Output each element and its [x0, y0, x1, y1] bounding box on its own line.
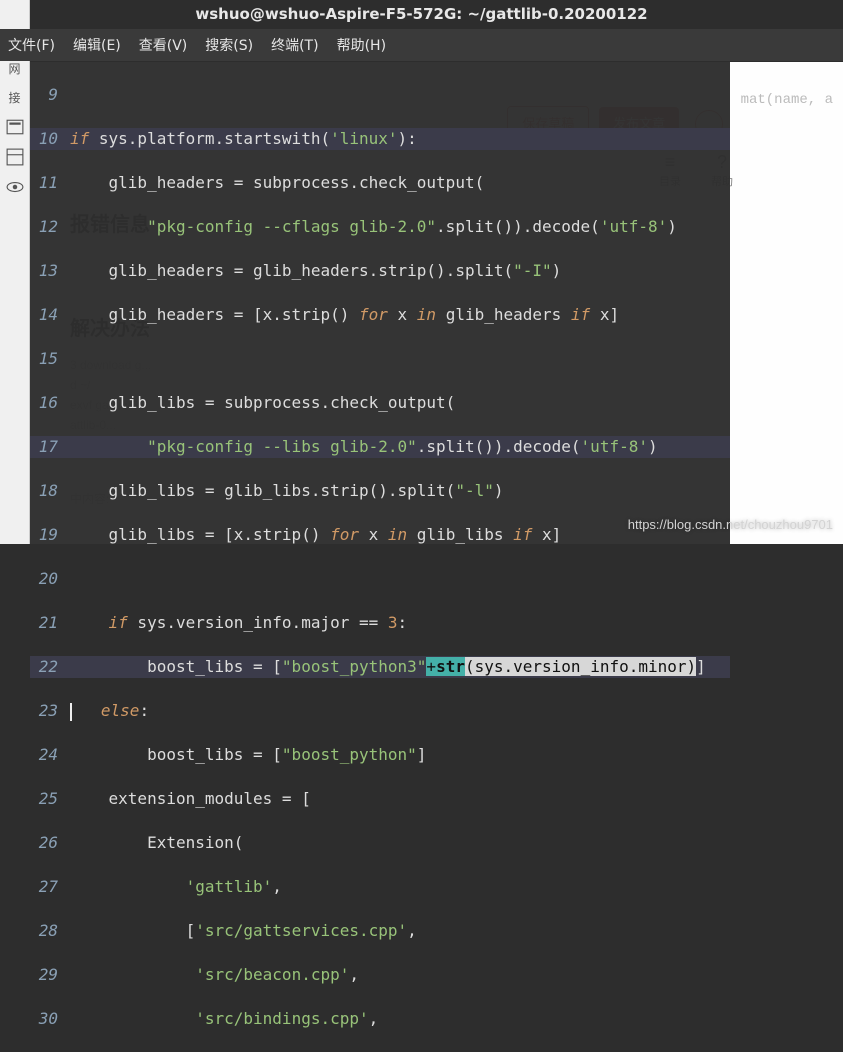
menubar: 文件(F) 编辑(E) 查看(V) 搜索(S) 终端(T) 帮助(H) [0, 29, 843, 61]
line-number: 13 [30, 260, 66, 282]
line-number: 29 [30, 964, 66, 986]
code-line: Extension( [66, 832, 730, 854]
menu-view[interactable]: 查看(V) [137, 33, 190, 57]
line-number: 26 [30, 832, 66, 854]
line-number: 12 [30, 216, 66, 238]
code-line: ['src/gattservices.cpp', [66, 920, 730, 942]
layout-icon[interactable] [6, 148, 24, 166]
line-number: 14 [30, 304, 66, 326]
line-number: 15 [30, 348, 66, 370]
code-line [66, 348, 730, 370]
code-line: extension_modules = [ [66, 788, 730, 810]
code-line: boost_libs = ["boost_python"] [66, 744, 730, 766]
line-number: 16 [30, 392, 66, 414]
window-titlebar: wshuo@wshuo-Aspire-F5-572G: ~/gattlib-0.… [0, 0, 843, 29]
menu-edit[interactable]: 编辑(E) [71, 33, 123, 57]
code-line: glib_libs = glib_libs.strip().split("-l"… [66, 480, 730, 502]
line-number: 24 [30, 744, 66, 766]
line-number: 10 [30, 128, 66, 150]
code-line: if sys.platform.startswith('linux'): [66, 128, 730, 150]
menu-search[interactable]: 搜索(S) [203, 33, 255, 57]
window-title: wshuo@wshuo-Aspire-F5-572G: ~/gattlib-0.… [195, 5, 647, 23]
code-line [66, 84, 730, 106]
eye-icon[interactable] [6, 178, 24, 196]
code-line: 'src/bindings.cpp', [66, 1008, 730, 1030]
text-caret [70, 703, 72, 721]
code-line: glib_headers = subprocess.check_output( [66, 172, 730, 194]
rail-label: 接 [8, 89, 20, 106]
code-line: else: [66, 700, 730, 722]
menu-terminal[interactable]: 终端(T) [269, 33, 320, 57]
menu-file[interactable]: 文件(F) [6, 33, 57, 57]
code-line: if sys.version_info.major == 3: [66, 612, 730, 634]
code-line: glib_headers = [x.strip() for x in glib_… [66, 304, 730, 326]
code-line: "pkg-config --libs glib-2.0".split()).de… [66, 436, 730, 458]
line-number: 11 [30, 172, 66, 194]
code-line: 'src/beacon.cpp', [66, 964, 730, 986]
code-line [66, 568, 730, 590]
line-number: 22 [30, 656, 66, 678]
code-line: glib_libs = subprocess.check_output( [66, 392, 730, 414]
line-number: 17 [30, 436, 66, 458]
line-number: 21 [30, 612, 66, 634]
line-number: 18 [30, 480, 66, 502]
line-number: 25 [30, 788, 66, 810]
code-line: boost_libs = ["boost_python3"+str(sys.ve… [66, 656, 730, 678]
line-number: 20 [30, 568, 66, 590]
code-editor[interactable]: 9 10if sys.platform.startswith('linux'):… [30, 62, 730, 544]
line-number: 19 [30, 524, 66, 546]
code-line: glib_headers = glib_headers.strip().spli… [66, 260, 730, 282]
watermark: https://blog.csdn.net/chouzhou9701 [628, 517, 833, 532]
panel-icon[interactable] [6, 118, 24, 136]
page-left-rail: 网 接 [0, 0, 30, 544]
bg-text: mat(name, a [741, 92, 833, 108]
line-number: 27 [30, 876, 66, 898]
code-line: "pkg-config --cflags glib-2.0".split()).… [66, 216, 730, 238]
line-number: 30 [30, 1008, 66, 1030]
code-line: 'gattlib', [66, 876, 730, 898]
line-number: 9 [30, 84, 66, 106]
line-number: 23 [30, 700, 66, 722]
line-number: 28 [30, 920, 66, 942]
menu-help[interactable]: 帮助(H) [335, 33, 388, 57]
rail-label: 网 [8, 60, 20, 77]
